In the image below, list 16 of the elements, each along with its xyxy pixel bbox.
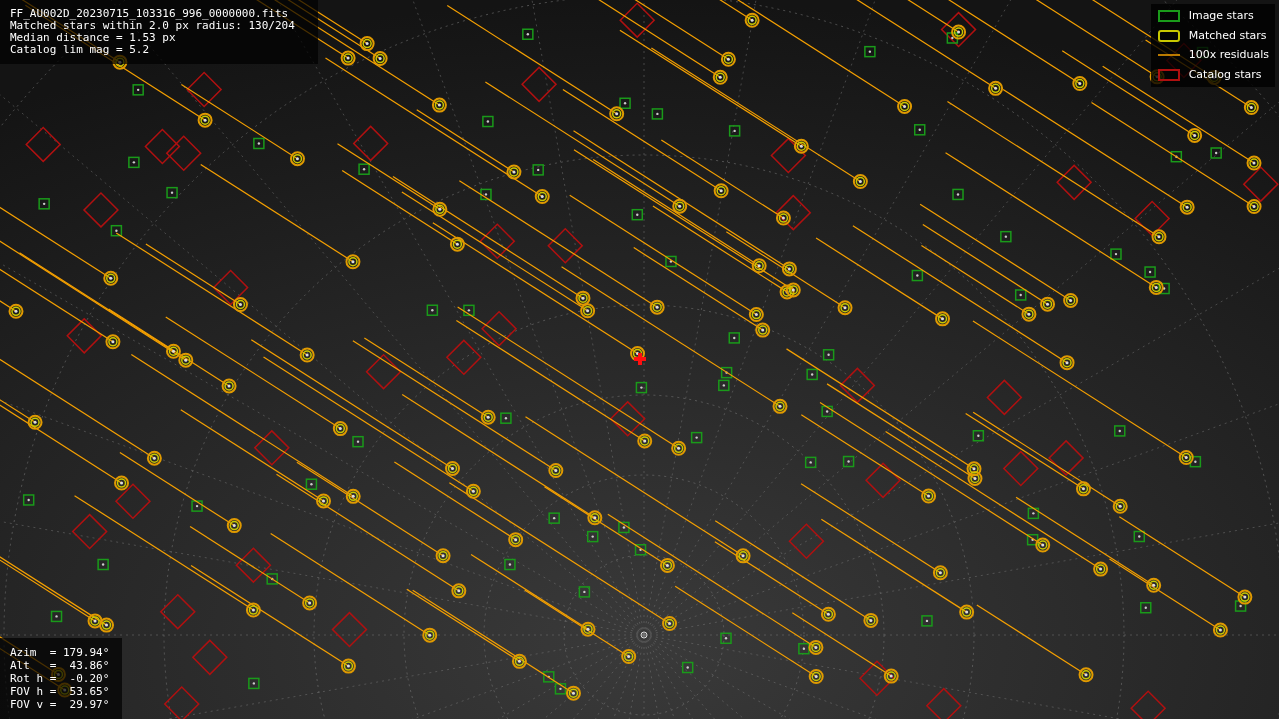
info-text: Matched stars within 2.0 px radius: 130/204 xyxy=(10,20,296,32)
diamond-marker-icon xyxy=(1156,68,1181,81)
info-text: Median distance = 1.53 px xyxy=(10,32,177,44)
pointing-text: Azim = 179.94° xyxy=(10,646,111,659)
ring-marker-icon xyxy=(1156,29,1181,42)
pointing-text: FOV v = 29.97° xyxy=(10,698,111,711)
legend-label: Matched stars xyxy=(1188,27,1267,44)
info-text: FF_AU002D_20230715_103316_996_0000000.fits xyxy=(10,8,290,20)
square-marker-icon xyxy=(1156,10,1181,23)
pointing-text: Alt = 43.86° xyxy=(10,659,111,672)
pointing-text: FOV h = 53.65° xyxy=(10,685,111,698)
legend-label: Image stars xyxy=(1188,8,1254,24)
info-text: Catalog lim mag = 5.2 xyxy=(10,44,151,56)
pointing-text: Rot h = -0.20° xyxy=(10,672,111,685)
legend-label: 100x residuals xyxy=(1188,47,1269,63)
legend-label: Catalog stars xyxy=(1188,66,1262,83)
